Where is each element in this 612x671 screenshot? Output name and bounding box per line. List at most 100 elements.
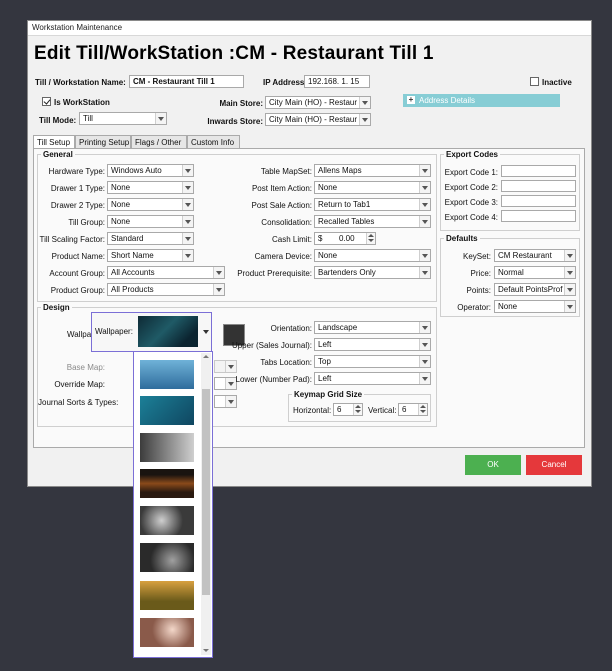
chevron-down-icon bbox=[564, 301, 575, 312]
chevron-down-icon bbox=[419, 322, 430, 333]
export-code-3-input[interactable] bbox=[501, 195, 576, 207]
chevron-down-icon bbox=[182, 216, 193, 227]
consolidation-select[interactable]: Recalled Tables bbox=[314, 215, 431, 228]
wallpaper-select[interactable]: Wallpaper: bbox=[91, 312, 212, 352]
chevron-down-icon bbox=[155, 113, 166, 124]
chevron-down-icon bbox=[564, 267, 575, 278]
base-map-select[interactable] bbox=[214, 360, 237, 373]
till-scaling-label: Till Scaling Factor: bbox=[39, 235, 106, 244]
tab-flags-other[interactable]: Flags / Other bbox=[131, 135, 187, 148]
chevron-down-icon bbox=[225, 361, 236, 372]
address-details-bar[interactable]: + Address Details bbox=[403, 94, 560, 107]
wallpaper-option[interactable] bbox=[140, 396, 194, 425]
account-group-select[interactable]: All Accounts bbox=[107, 266, 225, 279]
journal-sorts-select[interactable] bbox=[214, 395, 237, 408]
till-name-input[interactable]: CM - Restaurant Till 1 bbox=[129, 75, 244, 88]
wallpaper-option[interactable] bbox=[140, 581, 194, 610]
chevron-down-icon bbox=[203, 330, 209, 334]
lower-number-pad-label: Lower (Number Pad): bbox=[235, 375, 312, 384]
camera-device-select[interactable]: None bbox=[314, 249, 431, 262]
price-select[interactable]: Normal bbox=[494, 266, 576, 279]
product-group-label: Product Group: bbox=[50, 286, 105, 295]
tab-till-setup[interactable]: Till Setup bbox=[33, 135, 75, 149]
defaults-group: Defaults KeySet: CM Restaurant Price: No… bbox=[440, 234, 580, 317]
till-group-select[interactable]: None bbox=[107, 215, 194, 228]
product-prerequisite-label: Product Prerequisite: bbox=[237, 269, 312, 278]
general-group: General Hardware Type: Windows Auto Draw… bbox=[37, 150, 437, 302]
wallpaper-option[interactable] bbox=[140, 469, 194, 498]
lower-number-pad-select[interactable]: Left bbox=[314, 372, 431, 385]
drawer1-type-select[interactable]: None bbox=[107, 181, 194, 194]
post-item-action-label: Post Item Action: bbox=[251, 184, 312, 193]
till-scaling-select[interactable]: Standard bbox=[107, 232, 194, 245]
spin-arrows-icon[interactable] bbox=[366, 233, 375, 244]
cash-limit-stepper[interactable]: $0.00 bbox=[314, 232, 376, 245]
is-workstation-checkbox[interactable] bbox=[42, 97, 51, 106]
horizontal-label: Horizontal: bbox=[293, 406, 332, 415]
dropdown-scrollbar[interactable] bbox=[201, 353, 211, 655]
scrollbar-thumb[interactable] bbox=[202, 389, 210, 595]
cancel-button[interactable]: Cancel bbox=[526, 455, 582, 475]
hardware-type-label: Hardware Type: bbox=[48, 167, 105, 176]
drawer1-type-label: Drawer 1 Type: bbox=[50, 184, 105, 193]
product-name-label: Product Name: bbox=[51, 252, 105, 261]
upper-sales-journal-select[interactable]: Left bbox=[314, 338, 431, 351]
inwards-store-select[interactable]: City Main (HO) - Restaur bbox=[265, 113, 371, 126]
chevron-down-icon bbox=[419, 267, 430, 278]
export-code-1-input[interactable] bbox=[501, 165, 576, 177]
hardware-type-select[interactable]: Windows Auto bbox=[107, 164, 194, 177]
chevron-down-icon bbox=[419, 339, 430, 350]
chevron-down-icon bbox=[419, 250, 430, 261]
operator-select[interactable]: None bbox=[494, 300, 576, 313]
main-store-select[interactable]: City Main (HO) - Restaur bbox=[265, 96, 371, 109]
till-mode-select[interactable]: Till bbox=[79, 112, 167, 125]
points-select[interactable]: Default PointsProf bbox=[494, 283, 576, 296]
till-setup-panel: General Hardware Type: Windows Auto Draw… bbox=[33, 148, 585, 448]
table-mapset-select[interactable]: Allens Maps bbox=[314, 164, 431, 177]
wallpaper-preview bbox=[138, 316, 198, 347]
ip-address-input[interactable]: 192.168. 1. 15 bbox=[304, 75, 370, 88]
ok-button[interactable]: OK bbox=[465, 455, 521, 475]
inwards-store-label: Inwards Store: bbox=[207, 117, 263, 126]
post-item-action-select[interactable]: None bbox=[314, 181, 431, 194]
inactive-checkbox[interactable] bbox=[530, 77, 539, 86]
wallpaper-option[interactable] bbox=[140, 543, 194, 572]
keyset-label: KeySet: bbox=[462, 252, 491, 261]
wallpaper-option[interactable] bbox=[140, 360, 194, 389]
scroll-up-icon[interactable] bbox=[203, 355, 209, 358]
keyset-select[interactable]: CM Restaurant bbox=[494, 249, 576, 262]
post-sale-action-select[interactable]: Return to Tab1 bbox=[314, 198, 431, 211]
export-code-4-input[interactable] bbox=[501, 210, 576, 222]
operator-label: Operator: bbox=[457, 303, 491, 312]
export-code-2-input[interactable] bbox=[501, 180, 576, 192]
horizontal-stepper[interactable]: 6 bbox=[333, 403, 363, 416]
product-group-select[interactable]: All Products bbox=[107, 283, 225, 296]
tabs-location-select[interactable]: Top bbox=[314, 355, 431, 368]
main-store-label: Main Store: bbox=[219, 99, 263, 108]
workstation-maintenance-window: Workstation Maintenance Edit Till/WorkSt… bbox=[27, 20, 592, 487]
scroll-down-icon[interactable] bbox=[203, 649, 209, 652]
product-name-select[interactable]: Short Name bbox=[107, 249, 194, 262]
export-code-1-label: Export Code 1: bbox=[444, 168, 498, 177]
vertical-stepper[interactable]: 6 bbox=[398, 403, 428, 416]
export-codes-group: Export Codes Export Code 1: Export Code … bbox=[440, 150, 580, 231]
tab-custom-info[interactable]: Custom Info bbox=[187, 135, 240, 148]
page-title: Edit Till/WorkStation :CM - Restaurant T… bbox=[34, 43, 434, 64]
wallpaper-option[interactable] bbox=[140, 618, 194, 647]
orientation-select[interactable]: Landscape bbox=[314, 321, 431, 334]
wallpaper-dropdown-list[interactable] bbox=[133, 351, 213, 658]
tab-printing-setup[interactable]: Printing Setup bbox=[75, 135, 131, 148]
spin-arrows-icon[interactable] bbox=[418, 404, 427, 415]
spin-arrows-icon[interactable] bbox=[353, 404, 362, 415]
chevron-down-icon bbox=[213, 267, 224, 278]
is-workstation-label: Is WorkStation bbox=[54, 98, 110, 107]
wallpaper-option[interactable] bbox=[140, 433, 194, 462]
drawer2-type-select[interactable]: None bbox=[107, 198, 194, 211]
chevron-down-icon bbox=[182, 250, 193, 261]
export-code-2-label: Export Code 2: bbox=[444, 183, 498, 192]
ip-address-label: IP Address: bbox=[263, 78, 308, 87]
product-prerequisite-select[interactable]: Bartenders Only bbox=[314, 266, 431, 279]
chevron-down-icon bbox=[419, 356, 430, 367]
vertical-label: Vertical: bbox=[368, 406, 397, 415]
wallpaper-option[interactable] bbox=[140, 506, 194, 535]
